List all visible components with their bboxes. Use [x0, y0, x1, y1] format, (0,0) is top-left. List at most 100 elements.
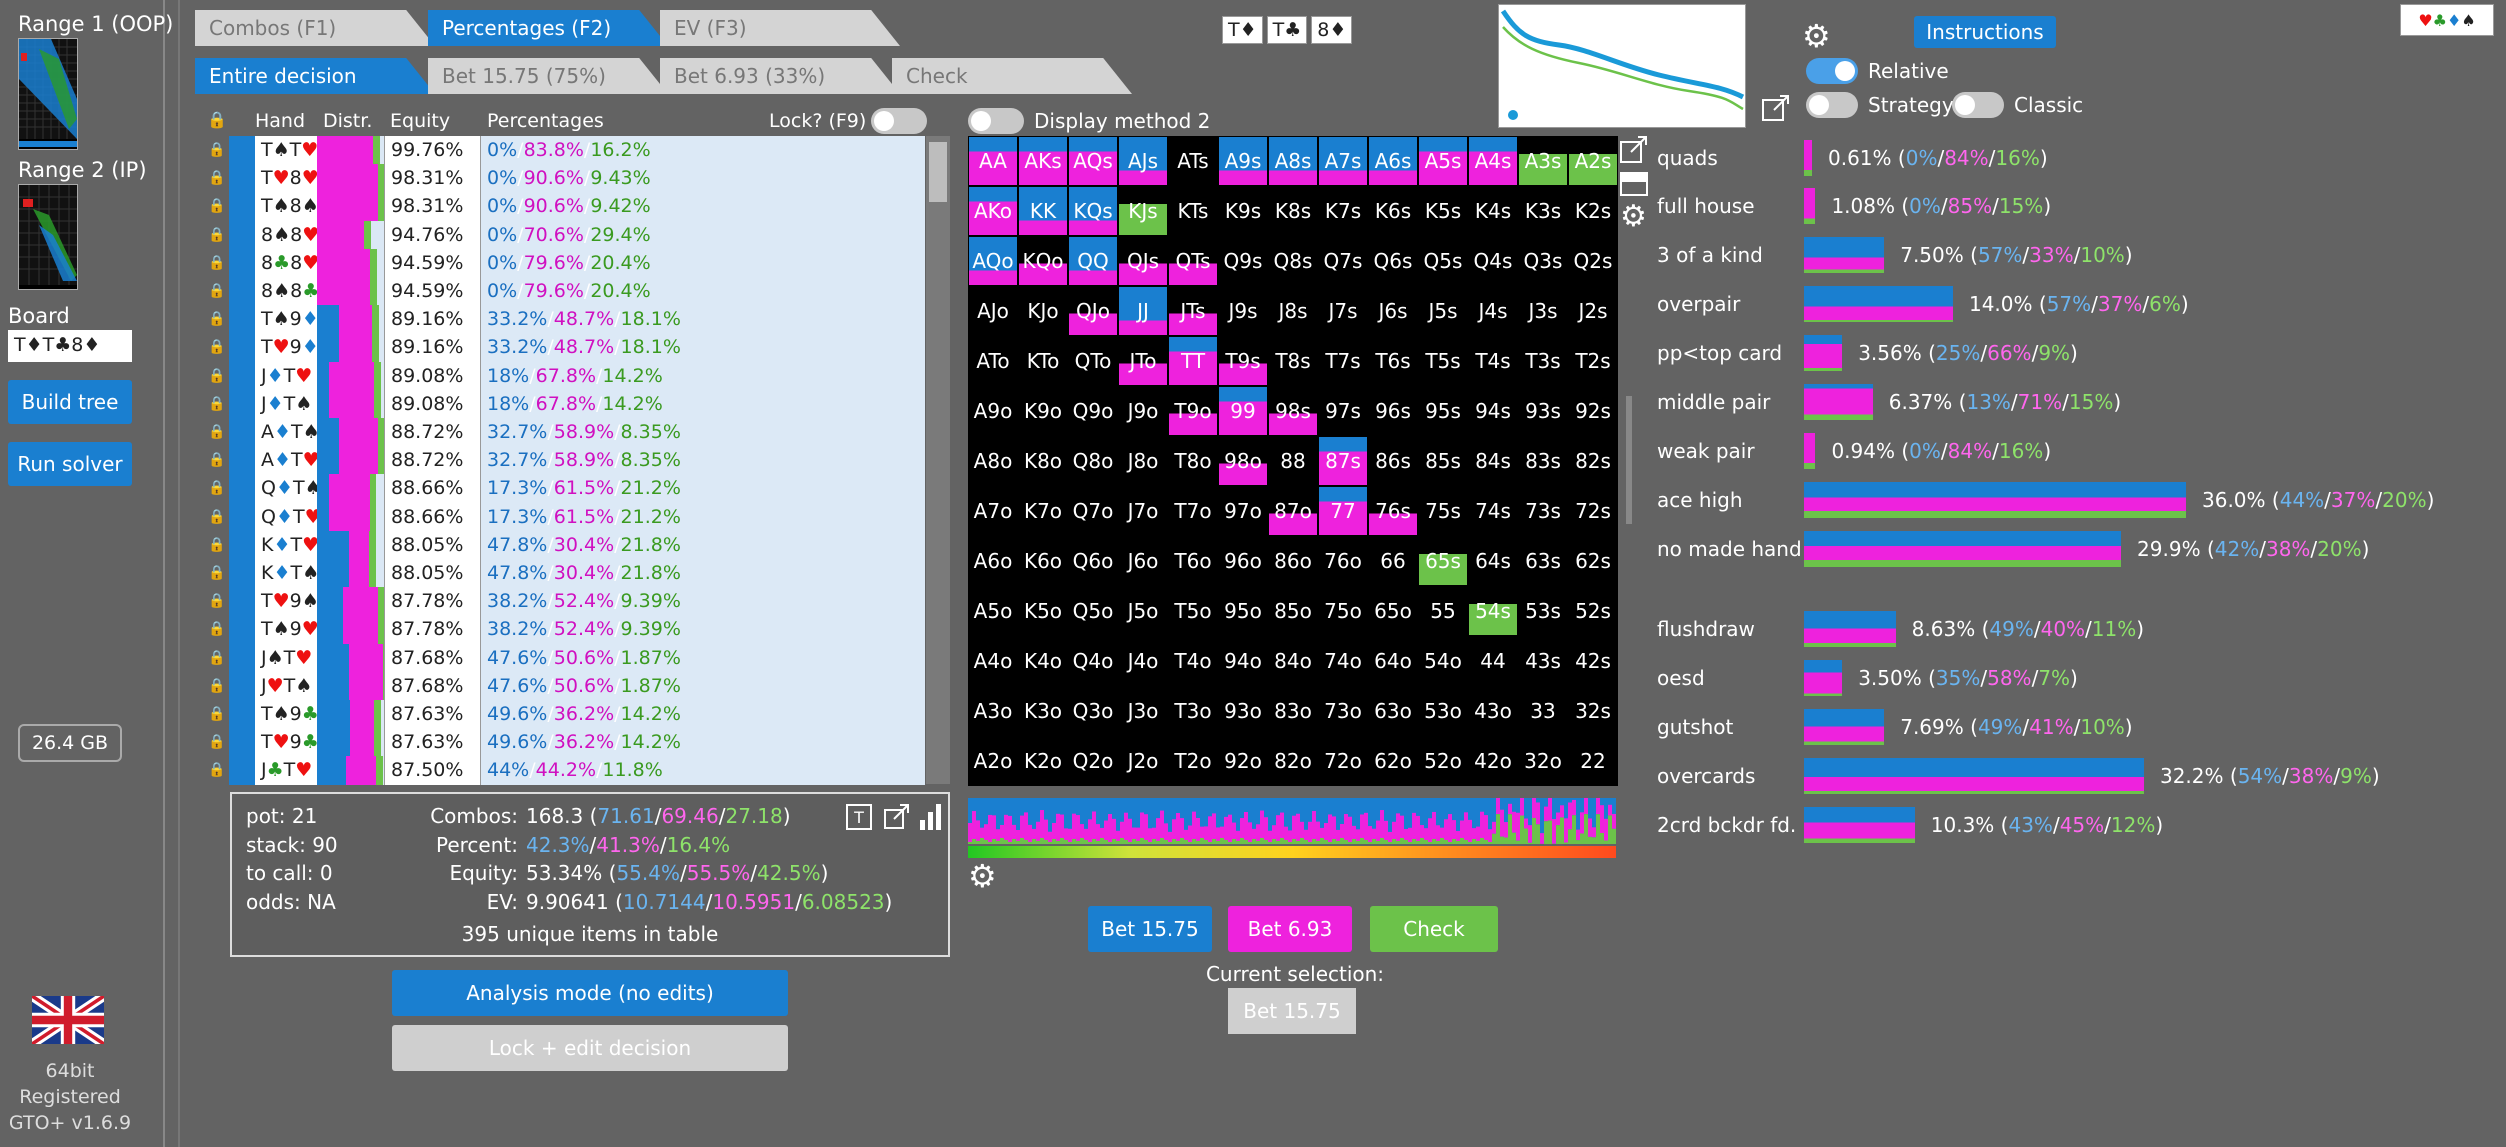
matrix-cell[interactable]: K5o — [1019, 587, 1067, 635]
matrix-cell[interactable]: 93o — [1219, 687, 1267, 735]
matrix-settings-gear-icon[interactable]: ⚙ — [1620, 202, 1647, 232]
row-lock-icon[interactable]: 🔒 — [205, 728, 229, 756]
matrix-cell[interactable]: KTo — [1019, 337, 1067, 385]
matrix-cell[interactable]: A2o — [969, 737, 1017, 785]
row-lock-icon[interactable]: 🔒 — [205, 277, 229, 305]
build-tree-button[interactable]: Build tree — [8, 380, 132, 424]
matrix-cell[interactable]: A8s — [1269, 137, 1317, 185]
matrix-cell[interactable]: 85s — [1419, 437, 1467, 485]
category-bar[interactable] — [1804, 433, 1816, 469]
category-bar[interactable] — [1804, 807, 1915, 843]
bet-small-button[interactable]: Bet 6.93 — [1228, 906, 1352, 952]
table-row[interactable]: 🔒 J ♣ T ♥ 87.50% 44%/44.2%/11.8% — [205, 756, 925, 785]
uk-flag-icon[interactable] — [29, 992, 107, 1048]
row-selector[interactable] — [229, 756, 255, 785]
category-label[interactable]: 3 of a kind — [1657, 243, 1763, 267]
matrix-cell[interactable]: 83s — [1519, 437, 1567, 485]
matrix-cell[interactable]: A7o — [969, 487, 1017, 535]
strategy-switch[interactable] — [1806, 92, 1858, 118]
category-bar[interactable] — [1804, 140, 1812, 176]
matrix-popout-icon[interactable] — [1618, 134, 1650, 166]
matrix-cell[interactable]: 72s — [1569, 487, 1617, 535]
table-row[interactable]: 🔒 T ♠ 9 ♥ 87.78% 38.2%/52.4%/9.39% — [205, 615, 925, 644]
popout-table-icon[interactable] — [882, 802, 912, 832]
matrix-cell[interactable]: A4o — [969, 637, 1017, 685]
row-selector[interactable] — [229, 502, 255, 531]
text-export-icon[interactable]: T — [846, 804, 872, 830]
row-lock-icon[interactable]: 🔒 — [205, 474, 229, 502]
matrix-cell[interactable]: 54s — [1469, 587, 1517, 635]
category-bar[interactable] — [1804, 660, 1843, 696]
row-lock-icon[interactable]: 🔒 — [205, 559, 229, 587]
matrix-cell[interactable]: J5s — [1419, 287, 1467, 335]
matrix-cell[interactable]: K3o — [1019, 687, 1067, 735]
row-selector[interactable] — [229, 164, 255, 193]
table-row[interactable]: 🔒 8 ♣ 8 ♥ 94.59% 0%/79.6%/20.4% — [205, 248, 925, 277]
category-bar[interactable] — [1804, 286, 1953, 322]
matrix-cell[interactable]: QTs — [1169, 237, 1217, 285]
matrix-cell[interactable]: T3s — [1519, 337, 1567, 385]
tab-bet-large[interactable]: Bet 15.75 (75%) — [428, 58, 668, 94]
matrix-cell[interactable]: 63o — [1369, 687, 1417, 735]
matrix-cell[interactable]: 84s — [1469, 437, 1517, 485]
matrix-cell[interactable]: T4o — [1169, 637, 1217, 685]
matrix-cell[interactable]: A8o — [969, 437, 1017, 485]
matrix-cell[interactable]: 43s — [1519, 637, 1567, 685]
row-selector[interactable] — [229, 643, 255, 672]
matrix-cell[interactable]: 75s — [1419, 487, 1467, 535]
matrix-cell[interactable]: 76s — [1369, 487, 1417, 535]
matrix-cell[interactable]: Q2s — [1569, 237, 1617, 285]
col-percentages[interactable]: Percentages — [487, 110, 604, 132]
category-label[interactable]: middle pair — [1657, 390, 1770, 414]
table-row[interactable]: 🔒 J ♦ T ♠ 89.08% 18%/67.8%/14.2% — [205, 389, 925, 418]
tab-combos[interactable]: Combos (F1) — [195, 10, 435, 46]
equity-graph[interactable] — [1498, 4, 1746, 128]
row-selector[interactable] — [229, 530, 255, 559]
matrix-cell[interactable]: JTs — [1169, 287, 1217, 335]
matrix-cell[interactable]: Q5s — [1419, 237, 1467, 285]
matrix-cell[interactable]: Q6s — [1369, 237, 1417, 285]
matrix-cell[interactable]: 32s — [1569, 687, 1617, 735]
matrix-cell[interactable]: Q6o — [1069, 537, 1117, 585]
instructions-button[interactable]: Instructions — [1914, 16, 2056, 48]
matrix-splitter[interactable] — [1626, 396, 1632, 524]
matrix-cell[interactable]: A9s — [1219, 137, 1267, 185]
matrix-cell[interactable]: TT — [1169, 337, 1217, 385]
lock-all-icon[interactable]: 🔒 — [207, 110, 227, 129]
matrix-cell[interactable]: KQs — [1069, 187, 1117, 235]
matrix-cell[interactable]: J4o — [1119, 637, 1167, 685]
matrix-cell[interactable]: 92o — [1219, 737, 1267, 785]
scrollbar-thumb[interactable] — [929, 142, 947, 202]
matrix-cell[interactable]: A3o — [969, 687, 1017, 735]
category-bar[interactable] — [1804, 709, 1885, 745]
matrix-cell[interactable]: J8o — [1119, 437, 1167, 485]
matrix-cell[interactable]: 43o — [1469, 687, 1517, 735]
matrix-cell[interactable]: 85o — [1269, 587, 1317, 635]
table-row[interactable]: 🔒 T ♠ 9 ♣ 87.63% 49.6%/36.2%/14.2% — [205, 700, 925, 729]
matrix-cell[interactable]: KJo — [1019, 287, 1067, 335]
matrix-cell[interactable]: ATo — [969, 337, 1017, 385]
matrix-cell[interactable]: 32o — [1519, 737, 1567, 785]
matrix-cell[interactable]: T2s — [1569, 337, 1617, 385]
matrix-cell[interactable]: K7o — [1019, 487, 1067, 535]
matrix-cell[interactable]: 86o — [1269, 537, 1317, 585]
matrix-cell[interactable]: T9s — [1219, 337, 1267, 385]
matrix-cell[interactable]: 62o — [1369, 737, 1417, 785]
matrix-cell[interactable]: K7s — [1319, 187, 1367, 235]
display-method-toggle[interactable]: Display method 2 — [968, 108, 1210, 134]
matrix-cell[interactable]: KJs — [1119, 187, 1167, 235]
bar-chart-icon[interactable] — [918, 802, 944, 830]
range1-thumbnail[interactable] — [18, 38, 78, 150]
matrix-cell[interactable]: T6o — [1169, 537, 1217, 585]
matrix-cell[interactable]: 76o — [1319, 537, 1367, 585]
category-bar[interactable] — [1804, 237, 1885, 273]
matrix-cell[interactable]: J2o — [1119, 737, 1167, 785]
category-bar[interactable] — [1804, 384, 1873, 420]
row-lock-icon[interactable]: 🔒 — [205, 192, 229, 220]
matrix-cell[interactable]: 98s — [1269, 387, 1317, 435]
matrix-cell[interactable]: 74s — [1469, 487, 1517, 535]
matrix-cell[interactable]: J4s — [1469, 287, 1517, 335]
matrix-cell[interactable]: QQ — [1069, 237, 1117, 285]
matrix-cell[interactable]: J9s — [1219, 287, 1267, 335]
matrix-cell[interactable]: J6s — [1369, 287, 1417, 335]
